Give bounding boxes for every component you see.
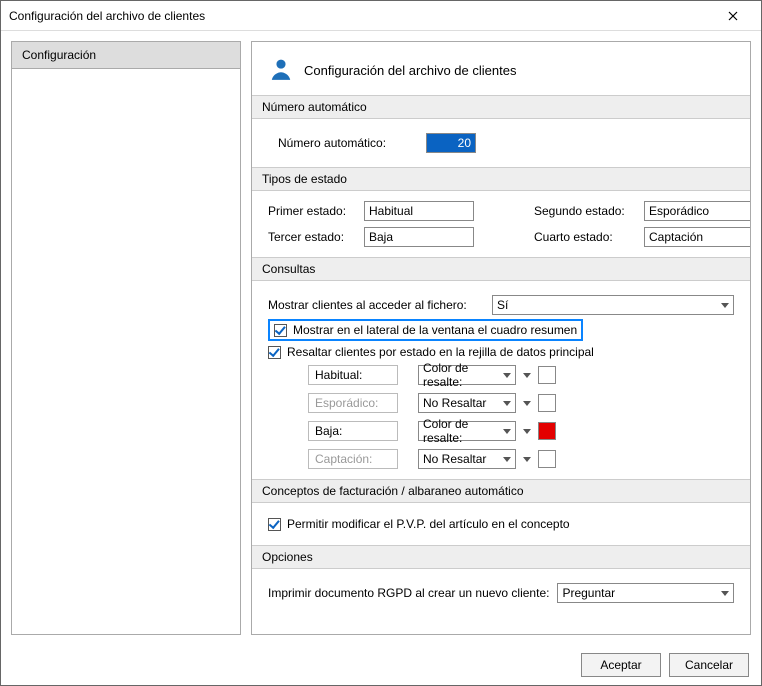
state1-input[interactable] bbox=[364, 201, 474, 221]
dialog-footer: Aceptar Cancelar bbox=[1, 645, 761, 685]
user-icon bbox=[268, 56, 294, 85]
ok-button[interactable]: Aceptar bbox=[581, 653, 661, 677]
titlebar: Configuración del archivo de clientes bbox=[1, 1, 761, 31]
section-options: Opciones bbox=[252, 545, 750, 569]
sidebar-tab-config[interactable]: Configuración bbox=[12, 42, 240, 69]
highlight-row2-label: Esporádico: bbox=[308, 393, 398, 413]
rgpd-select[interactable]: Preguntar bbox=[557, 583, 734, 603]
state2-label: Segundo estado: bbox=[534, 204, 644, 218]
chevron-down-icon bbox=[503, 429, 511, 434]
highlight-row1-swatch[interactable] bbox=[538, 366, 556, 384]
chk-allow-pvp-label: Permitir modificar el P.V.P. del artícul… bbox=[287, 517, 570, 531]
chk-highlight-states[interactable] bbox=[268, 346, 281, 359]
state4-input[interactable] bbox=[644, 227, 751, 247]
highlight-row1-label: Habitual: bbox=[308, 365, 398, 385]
main-header: Configuración del archivo de clientes bbox=[252, 42, 750, 95]
state2-input[interactable] bbox=[644, 201, 751, 221]
highlight-row4-mode[interactable]: No Resaltar bbox=[418, 449, 516, 469]
state4-label: Cuarto estado: bbox=[534, 230, 644, 244]
auto-number-label: Número automático: bbox=[278, 136, 418, 150]
highlight-row3-label: Baja: bbox=[308, 421, 398, 441]
highlight-row4-swatch[interactable] bbox=[538, 450, 556, 468]
main-panel: Configuración del archivo de clientes Nú… bbox=[251, 41, 751, 635]
highlight-row4-label: Captación: bbox=[308, 449, 398, 469]
chevron-down-icon[interactable] bbox=[523, 429, 531, 434]
chevron-down-icon[interactable] bbox=[523, 373, 531, 378]
highlighted-option: Mostrar en el lateral de la ventana el c… bbox=[268, 319, 583, 341]
close-icon[interactable] bbox=[713, 2, 753, 30]
chevron-down-icon[interactable] bbox=[523, 457, 531, 462]
show-clients-label: Mostrar clientes al acceder al fichero: bbox=[268, 298, 484, 312]
side-panel: Configuración bbox=[11, 41, 241, 635]
section-queries: Consultas bbox=[252, 257, 750, 281]
chk-highlight-states-label: Resaltar clientes por estado en la rejil… bbox=[287, 345, 594, 359]
highlight-row2-mode[interactable]: No Resaltar bbox=[418, 393, 516, 413]
rgpd-value: Preguntar bbox=[562, 586, 615, 600]
chevron-down-icon bbox=[503, 373, 511, 378]
show-clients-select[interactable]: Sí bbox=[492, 295, 734, 315]
state1-label: Primer estado: bbox=[268, 204, 364, 218]
highlight-row3-mode[interactable]: Color de resalte: bbox=[418, 421, 516, 441]
highlight-row2-swatch[interactable] bbox=[538, 394, 556, 412]
chevron-down-icon bbox=[503, 401, 511, 406]
chevron-down-icon bbox=[503, 457, 511, 462]
window-title: Configuración del archivo de clientes bbox=[9, 9, 713, 23]
cancel-button[interactable]: Cancelar bbox=[669, 653, 749, 677]
auto-number-input[interactable] bbox=[426, 133, 476, 153]
chk-show-sidebar[interactable] bbox=[274, 324, 287, 337]
rgpd-label: Imprimir documento RGPD al crear un nuev… bbox=[268, 586, 549, 600]
section-auto-number: Número automático bbox=[252, 95, 750, 119]
highlight-row3-swatch[interactable] bbox=[538, 422, 556, 440]
section-billing: Conceptos de facturación / albaraneo aut… bbox=[252, 479, 750, 503]
show-clients-value: Sí bbox=[497, 298, 508, 312]
chk-show-sidebar-label: Mostrar en el lateral de la ventana el c… bbox=[293, 323, 577, 337]
dialog-window: Configuración del archivo de clientes Co… bbox=[0, 0, 762, 686]
chevron-down-icon[interactable] bbox=[523, 401, 531, 406]
chk-allow-pvp[interactable] bbox=[268, 518, 281, 531]
state3-input[interactable] bbox=[364, 227, 474, 247]
chevron-down-icon bbox=[721, 591, 729, 596]
dialog-body: Configuración Configuración del archivo … bbox=[1, 31, 761, 645]
section-states: Tipos de estado bbox=[252, 167, 750, 191]
chevron-down-icon bbox=[721, 303, 729, 308]
highlight-row1-mode[interactable]: Color de resalte: bbox=[418, 365, 516, 385]
page-title: Configuración del archivo de clientes bbox=[304, 63, 516, 78]
state3-label: Tercer estado: bbox=[268, 230, 364, 244]
